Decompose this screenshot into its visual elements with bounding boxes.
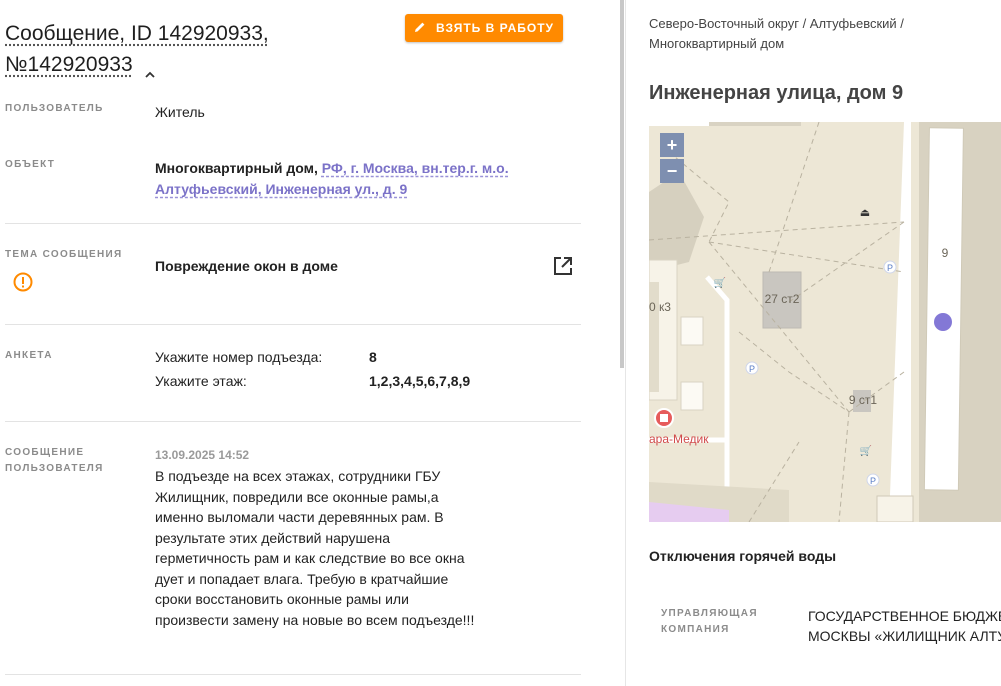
survey-answer: 8 <box>369 349 377 365</box>
survey-question: Укажите номер подъезда: <box>155 349 323 365</box>
object-value: Многоквартирный дом, РФ, г. Москва, вн.т… <box>155 158 509 200</box>
map-parking-label: P <box>887 263 893 273</box>
company-line-2: МОСКВЫ «ЖИЛИЩНИК АЛТУФ <box>808 628 1001 644</box>
breadcrumb-line-2: Многоквартирный дом <box>649 36 785 51</box>
chevron-up-icon[interactable] <box>144 59 156 79</box>
company-label-line-1: УПРАВЛЯЮЩАЯ <box>661 608 758 619</box>
scrollbar[interactable] <box>620 0 624 368</box>
message-date: 13.09.2025 14:52 <box>155 448 250 462</box>
take-to-work-button[interactable]: ВЗЯТЬ В РАБОТУ <box>405 14 563 42</box>
company-label: УПРАВЛЯЮЩАЯ КОМПАНИЯ <box>661 606 758 638</box>
topic-label: ТЕМА СООБЩЕНИЯ <box>5 249 123 260</box>
map-shop-icon: 🛒 <box>860 444 872 457</box>
survey-answer: 1,2,3,4,5,6,7,8,9 <box>369 373 471 389</box>
map-building-label: 9 ст1 <box>849 393 878 407</box>
map-shop-icon: 🛒 <box>714 276 726 289</box>
message-label-line-1: СООБЩЕНИЕ <box>5 447 85 458</box>
warning-icon <box>13 272 33 292</box>
map-poi-icon: ⏏ <box>860 207 870 219</box>
topic-value: Повреждение окон в доме <box>155 258 338 274</box>
company-value: ГОСУДАРСТВЕННОЕ БЮДЖЕТ МОСКВЫ «ЖИЛИЩНИК … <box>808 606 1001 646</box>
object-type: Многоквартирный дом, <box>155 160 318 176</box>
user-label: ПОЛЬЗОВАТЕЛЬ <box>5 103 104 114</box>
divider <box>5 421 581 422</box>
map[interactable]: P P P 9 27 ст2 9 ст1 0 к3 ара-Медик ⏏ 🛒 … <box>649 122 1001 522</box>
hot-water-title: Отключения горячей воды <box>649 548 837 564</box>
take-to-work-label: ВЗЯТЬ В РАБОТУ <box>435 21 554 35</box>
survey-label: АНКЕТА <box>5 350 53 361</box>
title-line-1: Сообщение, ID 142920933, <box>5 22 269 45</box>
address-title: Инженерная улица, дом 9 <box>649 82 904 104</box>
map-poi-label: ара-Медик <box>649 432 709 446</box>
object-address-line-2[interactable]: Алтуфьевский, Инженерная ул., д. 9 <box>155 181 407 197</box>
divider <box>5 674 581 675</box>
zoom-in-button[interactable]: + <box>660 133 684 157</box>
divider <box>5 324 581 325</box>
object-label: ОБЪЕКТ <box>5 159 56 170</box>
external-link-icon[interactable] <box>553 256 573 276</box>
map-building-label: 27 ст2 <box>765 292 800 306</box>
pencil-icon <box>414 21 426 36</box>
map-house-label: 9 <box>942 246 949 260</box>
company-label-line-2: КОМПАНИЯ <box>661 624 730 635</box>
company-line-1: ГОСУДАРСТВЕННОЕ БЮДЖЕТ <box>808 608 1001 624</box>
user-value: Житель <box>155 104 205 120</box>
map-parking-label: P <box>870 476 876 486</box>
message-panel: Сообщение, ID 142920933, №142920933 ВЗЯТ… <box>0 0 612 686</box>
breadcrumb-line-1: Северо-Восточный округ / Алтуфьевский / <box>649 16 904 31</box>
page-title: Сообщение, ID 142920933, №142920933 <box>5 18 385 80</box>
message-text: В подъезде на всех этажах, сотрудники ГБ… <box>155 468 475 628</box>
object-address-line-1[interactable]: РФ, г. Москва, вн.тер.г. м.о. <box>322 160 509 176</box>
message-label-line-2: ПОЛЬЗОВАТЕЛЯ <box>5 463 104 474</box>
title-line-2: №142920933 <box>5 53 133 76</box>
divider <box>5 223 581 224</box>
zoom-out-button[interactable]: − <box>660 159 684 183</box>
map-building-label: 0 к3 <box>649 300 671 314</box>
map-parking-label: P <box>749 364 755 374</box>
message-label: СООБЩЕНИЕ ПОЛЬЗОВАТЕЛЯ <box>5 445 104 477</box>
breadcrumb: Северо-Восточный округ / Алтуфьевский / … <box>649 14 989 54</box>
location-panel: Северо-Восточный округ / Алтуфьевский / … <box>626 0 1001 686</box>
survey-question: Укажите этаж: <box>155 373 247 389</box>
